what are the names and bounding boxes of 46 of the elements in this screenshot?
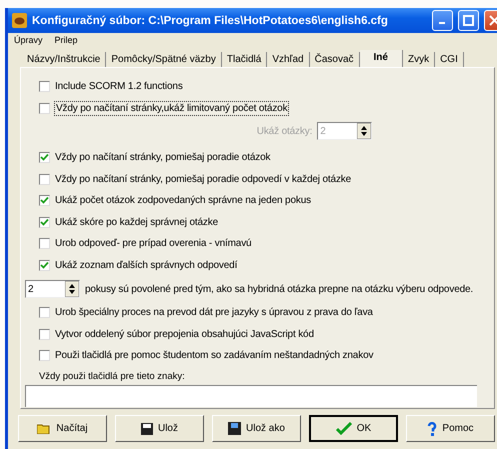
field-label: Ukáž otázky:: [256, 126, 312, 136]
checkbox[interactable]: [39, 216, 50, 228]
minimize-button[interactable]: [432, 10, 453, 31]
dialog-button[interactable]: Ulož ako: [212, 415, 301, 442]
checkbox-label[interactable]: Použi tlačidlá pre pomoc študentom so zadávaním neštandadných znakov: [55, 350, 374, 362]
checkbox[interactable]: [39, 307, 50, 318]
checkbox-label[interactable]: Ukáž počet otázok zodpovedaných správne na jeden pokus: [55, 195, 311, 206]
attempts-text: pokusy sú povolené pred tým, ako sa hybridná otázka prepne na otázku výberu odpovede.: [85, 284, 474, 294]
dialog-button[interactable]: Ulož: [114, 415, 204, 442]
question-mark-icon: [427, 422, 438, 436]
dialog-button[interactable]: Pomoc: [406, 415, 495, 442]
checkbox[interactable]: [39, 238, 50, 250]
menu-item[interactable]: Úpravy: [14, 35, 43, 45]
checkbox[interactable]: [39, 195, 50, 206]
checkbox-label[interactable]: Ukáž zoznam ďalších správnych odpovedí: [55, 260, 238, 271]
checkbox-label[interactable]: Vždy po načítaní stránky, pomiešaj poradie odpovedí v každej otázke: [55, 174, 352, 185]
checkbox[interactable]: [39, 81, 50, 92]
dialog-button[interactable]: Načítaj: [18, 415, 107, 442]
menu-item[interactable]: Prilep: [54, 35, 78, 45]
checkbox[interactable]: [39, 350, 50, 362]
checkbox-label[interactable]: Vždy po načítaní stránky, pomiešaj poradie otázok: [55, 152, 270, 164]
close-icon: [489, 15, 497, 26]
maximize-icon: [463, 15, 474, 26]
app-icon: [12, 13, 27, 28]
checkbox[interactable]: [39, 152, 50, 164]
tab[interactable]: Iné: [360, 50, 403, 67]
checkbox-label[interactable]: Ukáž skóre po každej správnej otázke: [55, 216, 218, 228]
checkbox-label[interactable]: Urob odpoveď- pre prípad overenia - vnímavú: [55, 238, 252, 250]
folder-icon: [37, 424, 52, 434]
checkbox-label[interactable]: Vždy po načítaní stránky,ukáž limitovaný počet otázok: [55, 102, 288, 115]
maximize-button[interactable]: [458, 10, 479, 31]
checkbox-label[interactable]: Vytvor oddelený súbor prepojenia obsahujúci JavaScript kód: [55, 328, 314, 340]
checkbox[interactable]: [39, 260, 50, 271]
window-title: Konfiguračný súbor: C:\Program Files\HotPotatoes6\english6.cfg: [32, 14, 389, 26]
field-label: Vždy použi tlačidlá pre tieto znaky:: [39, 370, 186, 382]
checkbox[interactable]: [39, 174, 50, 185]
checkbox[interactable]: [39, 328, 50, 340]
spin-arrows-icon[interactable]: [357, 123, 372, 139]
spin-arrows-icon[interactable]: [65, 281, 79, 297]
characters-field[interactable]: [25, 384, 477, 406]
dialog-button[interactable]: OK: [308, 415, 398, 442]
checkbox-label[interactable]: Urob špeciálny proces na prevod dát pre jazyky s úpravou z prava do ľava: [55, 307, 373, 318]
checkbox-label[interactable]: Include SCORM 1.2 functions: [55, 81, 183, 92]
check-icon: [336, 422, 352, 435]
checkbox[interactable]: [39, 102, 50, 114]
number-field[interactable]: 2: [25, 280, 80, 298]
